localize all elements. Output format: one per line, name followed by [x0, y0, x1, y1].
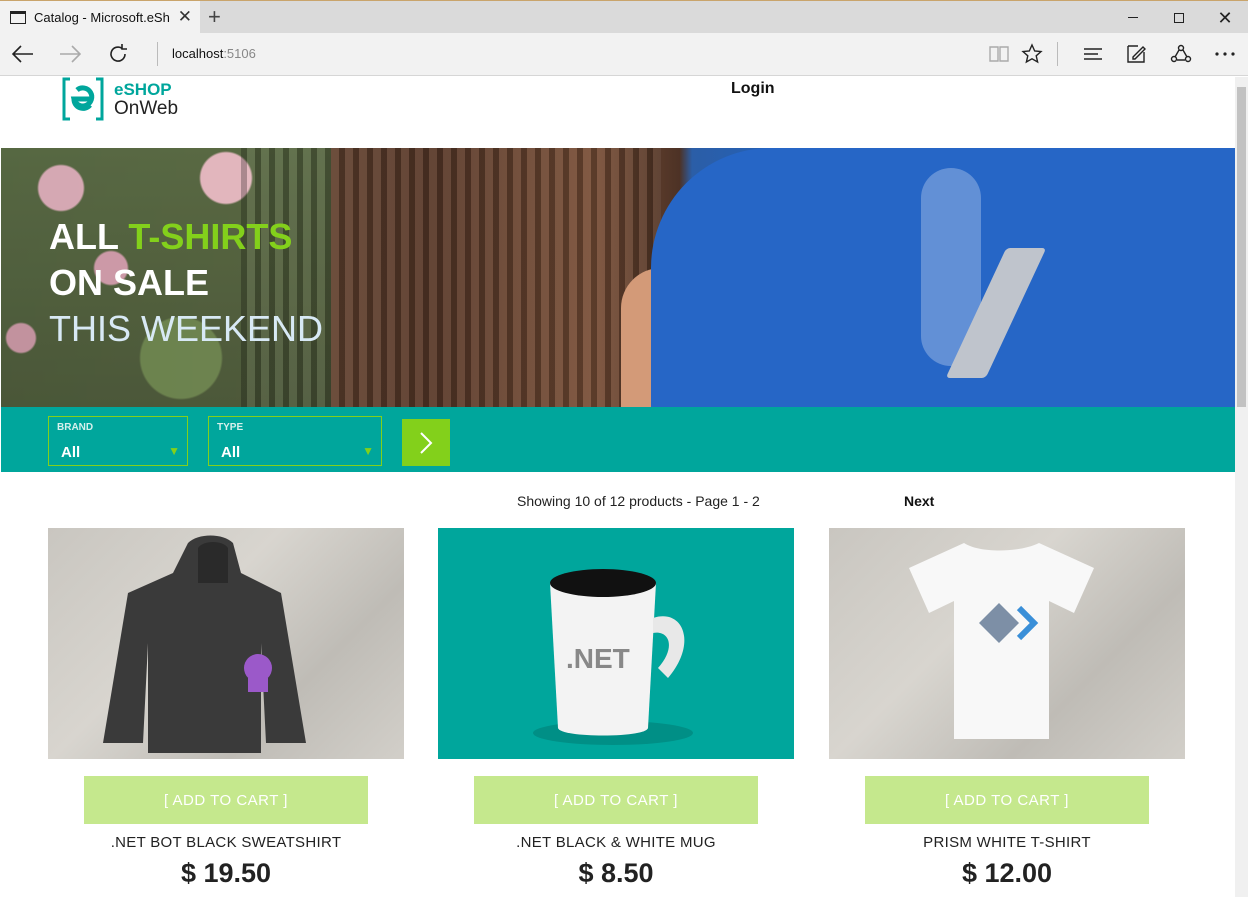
product-image-sweatshirt[interactable]: [48, 528, 404, 759]
hub-icon[interactable]: [1078, 39, 1108, 69]
browser-tab[interactable]: Catalog - Microsoft.eSh ✕: [0, 1, 200, 34]
product-card: [ ADD TO CART ] .NET BOT BLACK SWEATSHIR…: [48, 528, 404, 897]
browser-titlebar: Catalog - Microsoft.eSh ✕ + ✕: [0, 0, 1248, 34]
product-card: .NET [ ADD TO CART ] .NET BLACK & WHITE …: [438, 528, 794, 897]
scrollbar-thumb[interactable]: [1237, 87, 1246, 407]
close-tab-icon[interactable]: ✕: [178, 8, 192, 26]
close-window-button[interactable]: ✕: [1202, 1, 1248, 34]
chevron-down-icon: ▼: [168, 444, 180, 458]
chevron-down-icon: ▼: [362, 444, 374, 458]
product-name: .NET BOT BLACK SWEATSHIRT: [110, 834, 342, 851]
url-port: :5106: [223, 46, 256, 61]
hero-headline: ALL T-SHIRTS ON SALE THIS WEEKEND: [49, 214, 323, 352]
product-image-tshirt[interactable]: [829, 528, 1185, 759]
type-value: All: [221, 444, 241, 461]
browser-navbar: localhost:5106: [0, 33, 1248, 76]
apply-filter-button[interactable]: [402, 419, 450, 466]
product-image-mug[interactable]: .NET: [438, 528, 794, 759]
product-price: $ 8.50: [578, 858, 654, 888]
login-link[interactable]: Login: [731, 80, 775, 98]
share-icon[interactable]: [1166, 39, 1196, 69]
logo-text-eshop: eSHOP: [114, 80, 172, 99]
product-name: PRISM WHITE T-SHIRT: [923, 834, 1091, 851]
pager-next-link[interactable]: Next: [904, 493, 934, 509]
brand-select[interactable]: BRAND All ▼: [48, 416, 188, 466]
page-content: eSHOP OnWeb Login ALL T-SHIRTS ON SALE T…: [1, 77, 1235, 897]
product-price: $ 19.50: [180, 858, 272, 888]
hero-word-tshirts: T-SHIRTS: [128, 216, 293, 257]
add-to-cart-button[interactable]: [ ADD TO CART ]: [865, 776, 1149, 824]
web-note-icon[interactable]: [1121, 39, 1151, 69]
page-icon: [10, 11, 26, 24]
catalog-filter-bar: BRAND All ▼ TYPE All ▼: [1, 407, 1235, 472]
type-label: TYPE: [217, 422, 244, 433]
chevron-right-icon: [420, 431, 433, 454]
hero-line-3: THIS WEEKEND: [49, 308, 324, 349]
reading-view-icon[interactable]: [984, 39, 1014, 69]
hero-word-all: ALL: [49, 216, 119, 257]
refresh-icon[interactable]: [103, 39, 133, 69]
tab-title: Catalog - Microsoft.eSh: [34, 10, 170, 25]
url-host: localhost: [172, 46, 224, 61]
address-bar[interactable]: localhost:5106: [172, 46, 256, 61]
add-to-cart-button[interactable]: [ ADD TO CART ]: [474, 776, 758, 824]
mug-text: .NET: [566, 643, 630, 674]
pager-info: Showing 10 of 12 products - Page 1 - 2: [517, 493, 760, 509]
maximize-button[interactable]: [1156, 1, 1202, 34]
brand-value: All: [61, 444, 81, 461]
brand-label: BRAND: [57, 422, 94, 433]
favorite-star-icon[interactable]: [1017, 39, 1047, 69]
page-scrollbar[interactable]: [1235, 77, 1248, 897]
forward-icon[interactable]: [55, 39, 85, 69]
minimize-button[interactable]: [1110, 1, 1156, 34]
hero-line-2: ON SALE: [49, 262, 210, 303]
back-icon[interactable]: [8, 39, 38, 69]
toolbar-separator: [1057, 42, 1058, 66]
hero-line-1: ALL T-SHIRTS: [49, 214, 323, 260]
maximize-icon: [1174, 12, 1184, 23]
product-price: $ 12.00: [961, 858, 1053, 888]
more-icon[interactable]: [1210, 39, 1240, 69]
logo-mark: [62, 77, 104, 121]
hero-banner: ALL T-SHIRTS ON SALE THIS WEEKEND: [1, 148, 1235, 407]
product-card: [ ADD TO CART ] PRISM WHITE T-SHIRT $ 12…: [829, 528, 1185, 897]
address-separator: [157, 42, 158, 66]
eshop-logo[interactable]: eSHOP OnWeb: [62, 77, 192, 123]
close-icon: ✕: [1217, 7, 1233, 28]
logo-text-onweb: OnWeb: [114, 98, 179, 119]
add-to-cart-button[interactable]: [ ADD TO CART ]: [84, 776, 368, 824]
product-name: .NET BLACK & WHITE MUG: [516, 834, 716, 851]
type-select[interactable]: TYPE All ▼: [208, 416, 382, 466]
minimize-icon: [1128, 17, 1138, 18]
new-tab-icon[interactable]: +: [208, 5, 221, 29]
